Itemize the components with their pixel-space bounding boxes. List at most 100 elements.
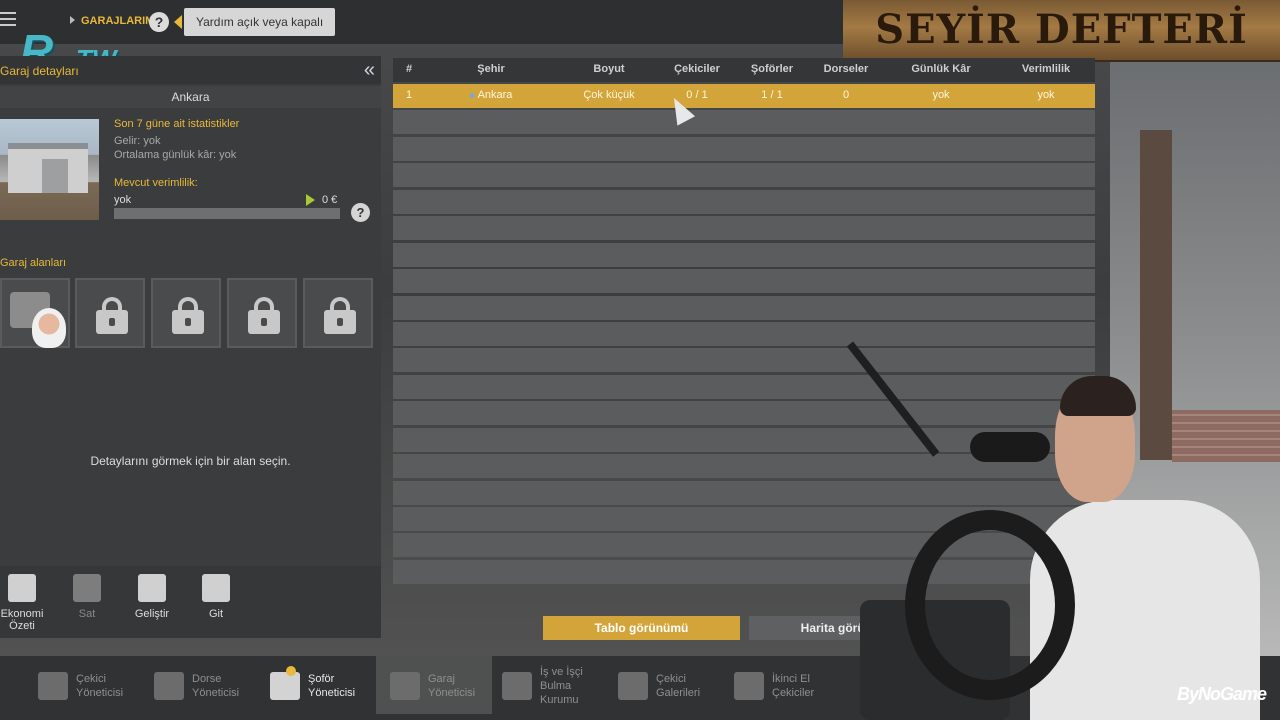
table-row-empty — [393, 110, 1095, 135]
nav-label: İş ve İşçi Bulma Kurumu — [540, 666, 583, 706]
column-header-efficiency[interactable]: Verimlilik — [1022, 63, 1070, 75]
efficiency-bar — [114, 208, 340, 219]
garage-slot-5[interactable] — [303, 278, 373, 348]
cell-drivers: 1 / 1 — [761, 89, 783, 101]
help-tooltip: Yardım açık veya kapalı — [184, 8, 336, 36]
city-name: Ankara — [477, 89, 513, 101]
nav-truck-manager[interactable]: Çekici Yöneticisi — [24, 656, 140, 714]
upgrade-icon — [138, 574, 166, 602]
streamer-hair — [1060, 376, 1136, 416]
webcam-overlay — [846, 300, 1280, 720]
garage-city: Ankara — [0, 86, 381, 108]
cell-number: 1 — [405, 89, 413, 101]
garage-slot-2[interactable] — [75, 278, 145, 348]
avg-profit-stat: Ortalama günlük kâr: yok — [114, 149, 237, 161]
slots-title: Garaj alanları — [0, 257, 67, 269]
table-view-button[interactable]: Tablo görünümü — [543, 616, 740, 640]
garage-slot-1[interactable] — [0, 278, 70, 348]
notification-badge — [286, 666, 296, 676]
nav-label: Çekici Yöneticisi — [76, 673, 124, 699]
goto-icon — [202, 574, 230, 602]
nav-label: Çekici Galerileri — [656, 673, 701, 699]
garage-door-shape — [42, 159, 68, 193]
income-stat: Gelir: yok — [114, 135, 161, 147]
column-header-size[interactable]: Boyut — [593, 63, 624, 75]
city-marker-icon — [469, 92, 475, 98]
lock-icon — [324, 297, 356, 334]
action-label: Ekonomi Özeti — [0, 608, 44, 632]
lock-icon — [172, 297, 204, 334]
lock-icon — [96, 297, 128, 334]
cell-size: Çok küçük — [583, 89, 635, 101]
table-row-empty — [393, 189, 1095, 214]
panel-header: Garaj detayları « — [0, 56, 381, 84]
nav-label: Garaj Yöneticisi — [428, 673, 476, 699]
garage-actions: Ekonomi Özeti Sat Geliştir Git — [0, 566, 381, 638]
garage-details-panel: Garaj detayları « Ankara Son 7 güne ait … — [0, 56, 381, 638]
tooltip-arrow-icon — [174, 15, 182, 29]
cell-daily-profit: yok — [932, 89, 950, 101]
watermark: ByNoGame — [1176, 684, 1267, 704]
driver-manager-icon — [270, 672, 300, 700]
action-label: Sat — [78, 608, 96, 620]
top-bar: GARAJLARIM ? Yardım açık veya kapalı — [0, 0, 850, 44]
efficiency-value: yok — [114, 194, 132, 206]
upgrade-button[interactable]: Geliştir — [122, 574, 182, 620]
nav-employment-agency[interactable]: İş ve İşçi Bulma Kurumu — [488, 656, 604, 714]
action-label: Geliştir — [134, 608, 170, 620]
table-header: # Şehir Boyut Çekiciler Şoförler Dorsele… — [393, 58, 1095, 82]
help-toggle-icon[interactable]: ? — [149, 12, 169, 32]
column-header-trucks[interactable]: Çekiciler — [674, 63, 720, 75]
microphone — [970, 432, 1050, 462]
efficiency-help-icon[interactable]: ? — [351, 203, 370, 222]
column-header-drivers[interactable]: Şoförler — [751, 63, 793, 75]
trailer-manager-icon — [154, 672, 184, 700]
table-row-empty — [393, 163, 1095, 188]
economy-icon — [8, 574, 36, 602]
panel-title: Garaj detayları — [0, 64, 79, 78]
cell-trailers: 0 — [842, 89, 850, 101]
economy-summary-button[interactable]: Ekonomi Özeti — [0, 574, 52, 632]
table-row-empty — [393, 216, 1095, 241]
truck-manager-icon — [38, 672, 68, 700]
employment-agency-icon — [502, 672, 532, 700]
nav-label: Şoför Yöneticisi — [308, 673, 356, 699]
table-row-empty — [393, 269, 1095, 294]
nav-used-trucks[interactable]: İkinci El Çekiciler — [720, 656, 836, 714]
lock-icon — [248, 297, 280, 334]
driver-avatar — [32, 308, 66, 348]
nav-trailer-manager[interactable]: Dorse Yöneticisi — [140, 656, 256, 714]
column-header-number[interactable]: # — [406, 63, 412, 75]
garage-slot-3[interactable] — [151, 278, 221, 348]
sell-icon — [73, 574, 101, 602]
nav-label: İkinci El Çekiciler — [772, 673, 815, 699]
stream-banner: SEYİR DEFTERİ — [843, 0, 1280, 62]
nav-driver-manager[interactable]: Şoför Yöneticisi — [256, 656, 372, 714]
table-row-empty — [393, 136, 1095, 161]
table-row[interactable]: 1 Ankara Çok küçük 0 / 1 1 / 1 0 yok yok — [393, 84, 1095, 108]
cell-city: Ankara — [469, 89, 513, 101]
column-header-trailers[interactable]: Dorseler — [824, 63, 869, 75]
table-row-empty — [393, 242, 1095, 267]
collapse-panel-icon[interactable]: « — [364, 60, 375, 80]
truck-dealer-icon — [618, 672, 648, 700]
garage-photo — [0, 119, 99, 220]
nav-label: Dorse Yöneticisi — [192, 673, 240, 699]
efficiency-arrow-icon — [306, 194, 315, 206]
nav-truck-dealers[interactable]: Çekici Galerileri — [604, 656, 720, 714]
action-label: Git — [208, 608, 224, 620]
nav-garage-manager[interactable]: Garaj Yöneticisi — [376, 656, 492, 714]
used-trucks-icon — [734, 672, 764, 700]
column-header-daily-profit[interactable]: Günlük Kâr — [911, 63, 970, 75]
column-header-city[interactable]: Şehir — [477, 63, 505, 75]
banner-title: SEYİR DEFTERİ — [875, 6, 1248, 53]
cell-efficiency: yok — [1037, 89, 1055, 101]
garage-slot-4[interactable] — [227, 278, 297, 348]
goto-button[interactable]: Git — [186, 574, 246, 620]
efficiency-money: 0 € — [322, 194, 338, 206]
efficiency-title: Mevcut verimlilik: — [114, 177, 198, 189]
steering-wheel — [905, 510, 1075, 700]
select-slot-hint: Detaylarını görmek için bir alan seçin. — [90, 454, 291, 468]
sell-button[interactable]: Sat — [57, 574, 117, 620]
cell-trucks: 0 / 1 — [686, 89, 708, 101]
